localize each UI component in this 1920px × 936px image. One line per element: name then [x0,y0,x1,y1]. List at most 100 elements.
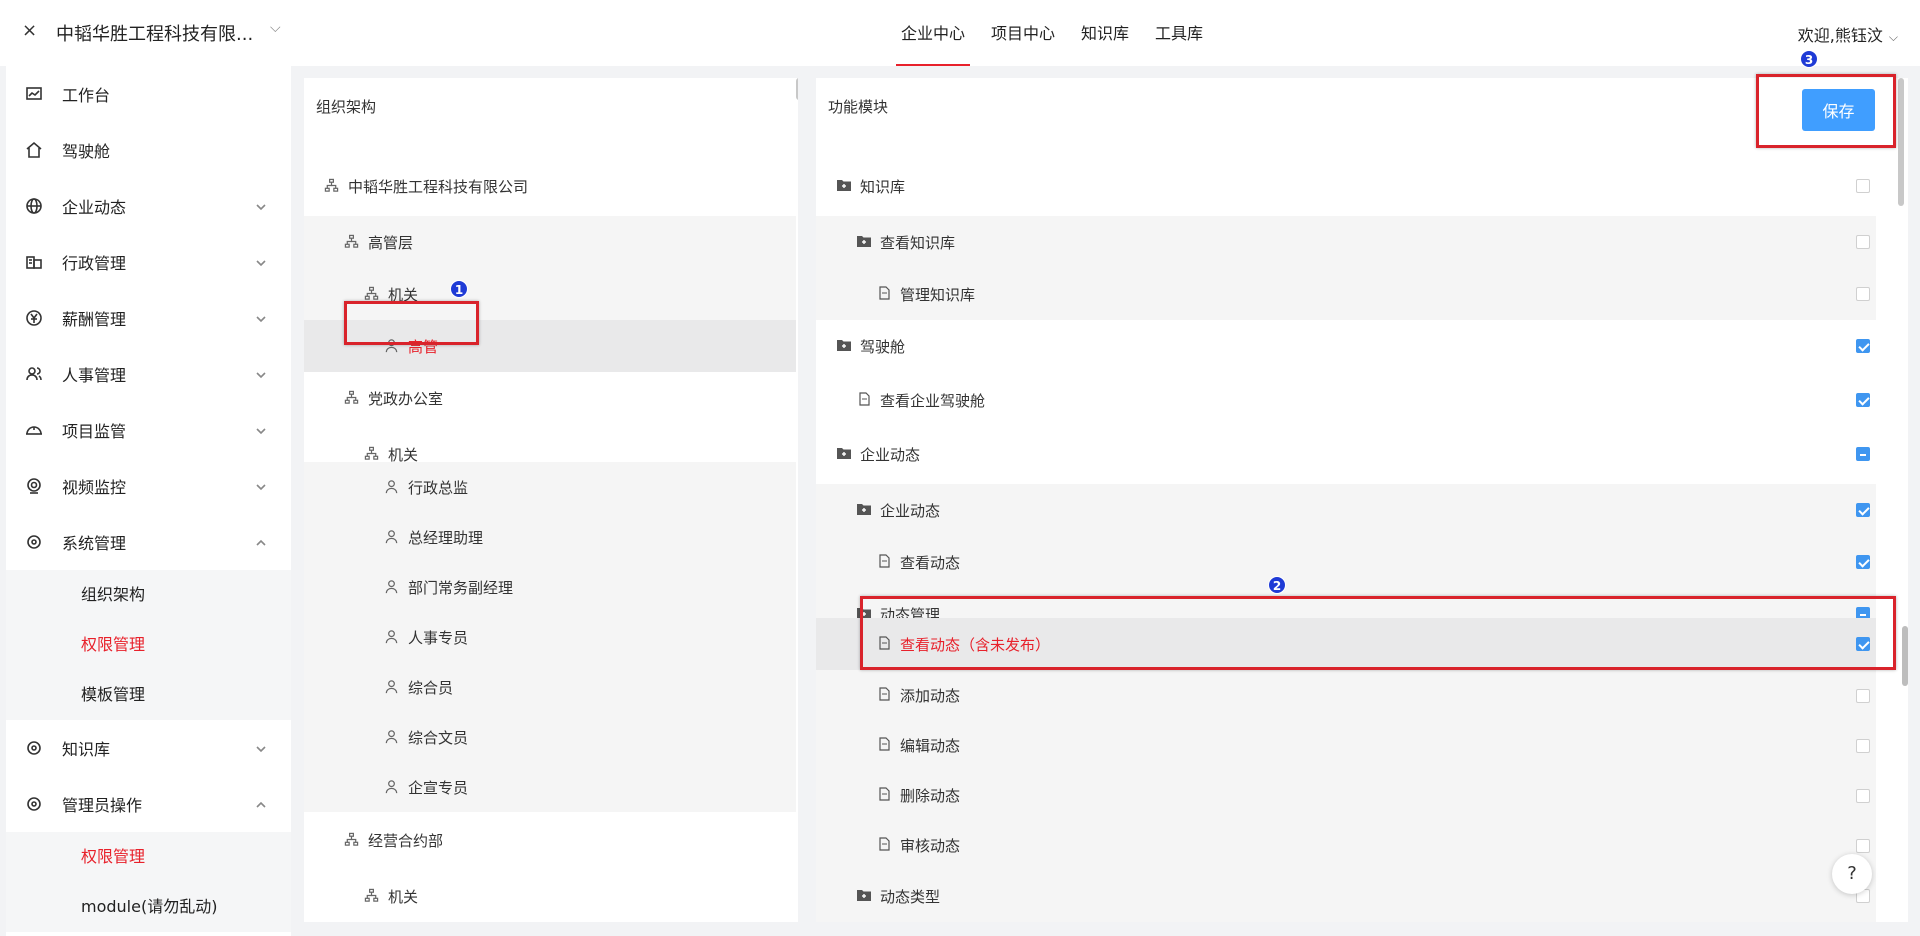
tree-node[interactable]: 综合文员 [304,711,796,763]
module-row[interactable]: 动态类型 [816,870,1876,922]
sidebar-item-salary[interactable]: 薪酬管理 [6,290,291,346]
file-icon [876,286,892,302]
user-icon [384,679,400,695]
sidebar-item-system-management[interactable]: 系统管理 [6,514,291,570]
module-label: 驾驶舱 [860,337,906,356]
sidebar-item-admin-operations[interactable]: 管理员操作 [6,776,291,832]
file-icon [876,787,892,803]
chevron-down-icon [255,478,269,492]
tree-node[interactable]: 机关 [304,870,796,922]
tree-node-label: 综合文员 [408,728,469,747]
annotation-box-2 [860,596,1896,670]
sidebar-item-administration[interactable]: 行政管理 [6,234,291,290]
sidebar-item-label: 人事管理 [62,366,127,385]
chevron-down-icon[interactable]: ⌵ [270,20,281,36]
page-scrollbar[interactable] [1902,626,1908,686]
module-checkbox[interactable] [1856,287,1870,301]
user-icon [384,779,400,795]
sidebar-item-project-supervision[interactable]: 项目监管 [6,402,291,458]
tree-node[interactable]: 人事专员 [304,611,796,663]
tree-node[interactable]: 高管层 [304,216,796,268]
sidebar-item-video-monitor[interactable]: 视频监控 [6,458,291,514]
circle-icon [24,738,44,758]
user-icon [384,579,400,595]
tab-knowledge-base[interactable]: 知识库 [1068,0,1142,66]
chevron-down-icon [255,254,269,268]
module-row[interactable]: 管理知识库 [816,268,1876,320]
sidebar-item-label: 管理员操作 [62,796,143,815]
module-scrollbar[interactable] [1898,78,1904,206]
sidebar-item-cockpit[interactable]: 驾驶舱 [6,122,291,178]
module-row[interactable]: 编辑动态 [816,720,1876,770]
top-header: × 中韬华胜工程科技有限... ⌵ 企业中心 项目中心 知识库 工具库 欢迎,熊… [0,0,1920,66]
tree-node-label: 中韬华胜工程科技有限公司 [348,177,529,196]
module-label: 编辑动态 [900,736,961,755]
tree-node-label: 企宣专员 [408,778,469,797]
tree-node[interactable]: 中韬华胜工程科技有限公司 [304,160,796,212]
sidebar-item-personnel[interactable]: 人事管理 [6,346,291,402]
sidebar-item-label: 工作台 [62,86,111,105]
module-row[interactable]: 驾驶舱 [816,320,1876,372]
module-label: 查看知识库 [880,233,956,252]
tab-tool-library[interactable]: 工具库 [1142,0,1216,66]
tab-enterprise-center[interactable]: 企业中心 [888,0,978,66]
module-row[interactable]: 删除动态 [816,770,1876,820]
money-icon [24,308,44,328]
module-row[interactable]: 查看动态 [816,536,1876,588]
sidebar-item-enterprise-news[interactable]: 企业动态 [6,178,291,234]
annotation-badge-2: 2 [1268,576,1286,594]
home-icon [24,140,44,160]
sidebar-subitem-template-management[interactable]: 模板管理 [6,670,291,720]
chevron-down-icon [255,366,269,380]
module-label: 查看企业驾驶舱 [880,391,986,410]
tree-node[interactable]: 行政总监 [304,461,796,513]
module-checkbox[interactable] [1856,839,1870,853]
tree-node[interactable]: 企宣专员 [304,761,796,813]
module-row[interactable]: 审核动态 [816,820,1876,870]
user-menu[interactable]: 欢迎,熊钰汶 ⌵ [1798,22,1898,46]
close-icon[interactable]: × [22,20,37,41]
module-checkbox[interactable] [1856,179,1870,193]
tree-node[interactable]: 党政办公室 [304,372,796,424]
module-checkbox[interactable] [1856,789,1870,803]
module-label: 企业动态 [880,501,941,520]
company-name[interactable]: 中韬华胜工程科技有限... [56,20,253,46]
module-row[interactable]: 添加动态 [816,670,1876,720]
sidebar-item-workbench[interactable]: 工作台 [6,66,291,122]
tree-node[interactable]: 部门常务副经理 [304,561,796,613]
module-checkbox[interactable] [1856,447,1870,461]
module-checkbox[interactable] [1856,739,1870,753]
tree-node[interactable]: 总经理助理 [304,511,796,563]
tree-node-label: 高管层 [368,233,414,252]
module-row[interactable]: 查看企业驾驶舱 [816,374,1876,426]
sidebar-subitem-module[interactable]: module(请勿乱动) [6,882,291,932]
module-checkbox[interactable] [1856,689,1870,703]
sidebar-subitem-permission-management[interactable]: 权限管理 [6,620,291,670]
help-button[interactable]: ? [1832,854,1872,894]
org-scrollbar[interactable] [796,78,798,100]
sidebar-item-label: 驾驶舱 [62,142,111,161]
sidebar-item-knowledge-base[interactable]: 知识库 [6,720,291,776]
tree-node[interactable]: 综合员 [304,661,796,713]
module-row[interactable]: 知识库 [816,160,1876,212]
camera-icon [24,476,44,496]
module-checkbox[interactable] [1856,339,1870,353]
module-row[interactable]: 企业动态 [816,484,1876,536]
sidebar-subitem-permission-management-admin[interactable]: 权限管理 [6,832,291,882]
tree-node-label: 部门常务副经理 [408,578,514,597]
tree-node[interactable]: 经营合约部 [304,814,796,866]
module-checkbox[interactable] [1856,235,1870,249]
module-checkbox[interactable] [1856,393,1870,407]
module-checkbox[interactable] [1856,503,1870,517]
chevron-up-icon [255,796,269,810]
org-tree-icon [324,178,340,194]
tab-project-center[interactable]: 项目中心 [978,0,1068,66]
system-submenu: 组织架构 权限管理 模板管理 [6,570,291,720]
module-row[interactable]: 企业动态 [816,428,1876,480]
chevron-down-icon [255,422,269,436]
sidebar-subitem-org-structure[interactable]: 组织架构 [6,570,291,620]
module-row[interactable]: 查看知识库 [816,216,1876,268]
top-nav: 企业中心 项目中心 知识库 工具库 [888,0,1216,66]
module-checkbox[interactable] [1856,555,1870,569]
panel-title: 功能模块 [828,98,889,116]
